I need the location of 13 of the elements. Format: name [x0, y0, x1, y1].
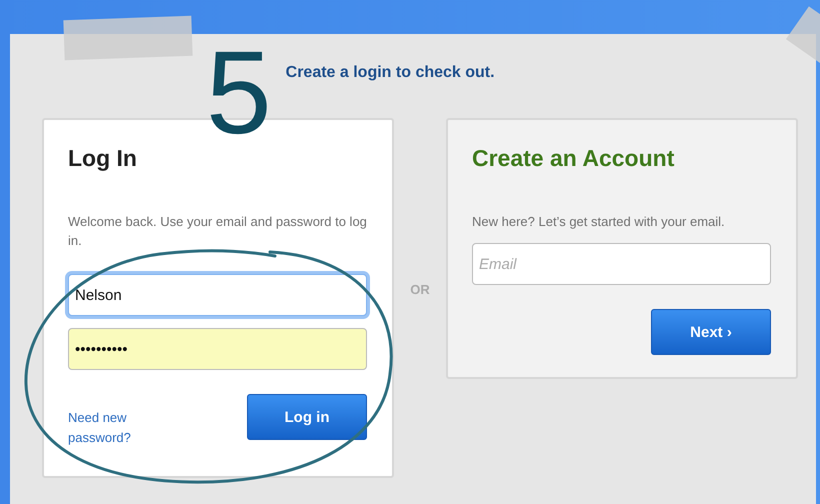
- card-title: Log In: [68, 144, 138, 172]
- email-field[interactable]: Email: [472, 243, 771, 285]
- or-separator: OR: [409, 282, 431, 297]
- password-field[interactable]: ••••••••••: [68, 328, 367, 370]
- card-description: New here? Let’s get started with your email.: [472, 213, 726, 231]
- page-heading: Create a login to check out.: [286, 64, 495, 82]
- step-number: 5: [206, 38, 272, 148]
- username-field[interactable]: Nelson: [68, 274, 367, 316]
- card-description: Welcome back. Use your email and password to log in.: [68, 213, 367, 250]
- login-button[interactable]: Log in: [247, 394, 367, 440]
- next-button[interactable]: Next ›: [651, 309, 771, 355]
- card-title: Create an Account: [472, 144, 676, 172]
- forgot-password-link[interactable]: Need new password?: [68, 408, 158, 448]
